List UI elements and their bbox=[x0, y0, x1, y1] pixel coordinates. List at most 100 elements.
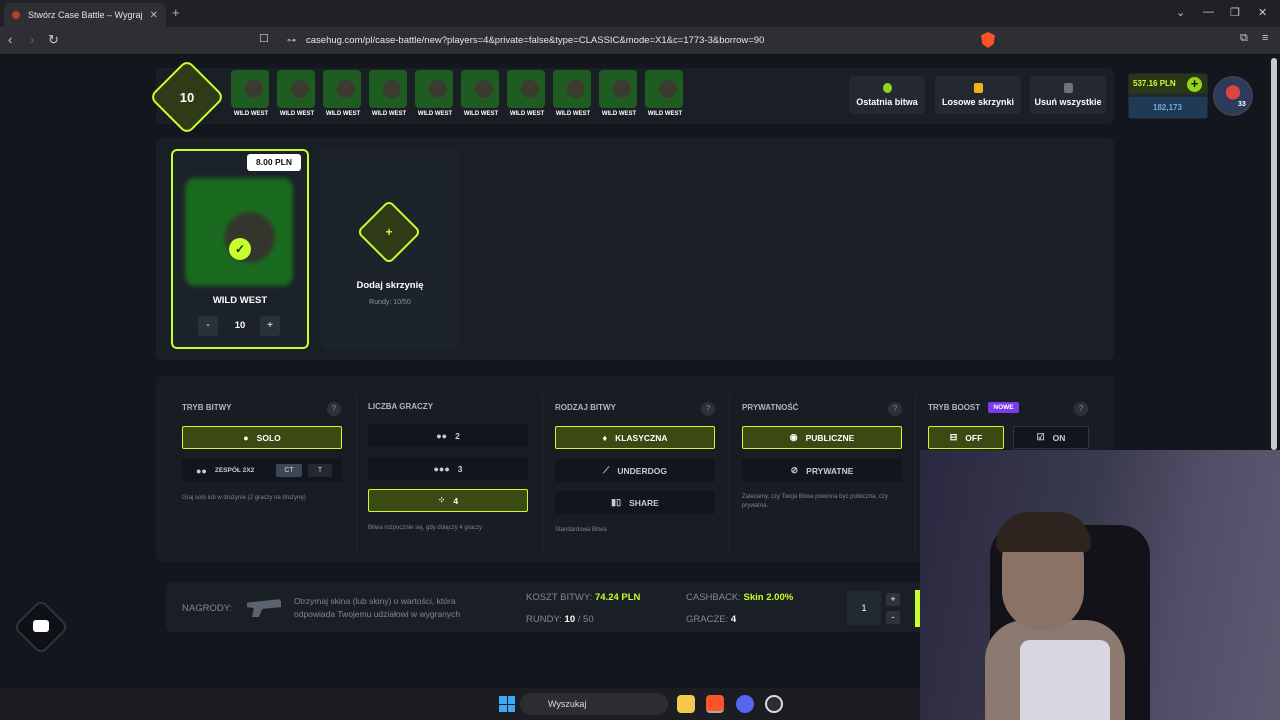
ct-side-toggle[interactable]: CT bbox=[276, 464, 302, 477]
taskbar-search[interactable]: Wyszukaj bbox=[520, 693, 668, 715]
selected-case-thumb[interactable]: WILD WEST bbox=[461, 70, 501, 120]
case-image bbox=[507, 70, 545, 108]
file-explorer-icon[interactable] bbox=[677, 695, 695, 713]
browser-tab-strip: Stwórz Case Battle – Wygraj skin ✕ + ⌄ —… bbox=[0, 0, 1280, 27]
check-icon: ✓ bbox=[229, 238, 251, 260]
page-scrollbar[interactable] bbox=[1271, 58, 1277, 450]
players-2-option[interactable]: ●● 2 bbox=[368, 424, 528, 447]
privacy-title: PRYWATNOŚĆ bbox=[742, 403, 799, 412]
bookmark-icon[interactable]: ☐ bbox=[259, 32, 269, 45]
user-icon: ● bbox=[243, 432, 249, 443]
app-icon[interactable] bbox=[765, 695, 783, 713]
case-image bbox=[231, 70, 269, 108]
divider bbox=[915, 393, 916, 553]
prizes-text-2: odpowiada Twojemu udziałowi w wygranych bbox=[294, 609, 461, 619]
random-cases-button[interactable]: Losowe skrzynki bbox=[935, 76, 1021, 114]
team-label: ZESPÓŁ 2X2 bbox=[214, 467, 255, 474]
browser-tab[interactable]: Stwórz Case Battle – Wygraj skin ✕ bbox=[4, 3, 166, 27]
case-label: WILD WEST bbox=[325, 111, 361, 117]
close-tab-icon[interactable]: ✕ bbox=[150, 10, 158, 21]
minus-box-icon: ⊟ bbox=[949, 432, 958, 442]
case-image bbox=[185, 178, 293, 286]
case-qty: 10 bbox=[234, 320, 246, 331]
browser-toolbar: ‹ › ↻ ☐ ⊶ casehug.com/pl/case-battle/new… bbox=[0, 27, 1280, 54]
solo-option[interactable]: ● SOLO bbox=[182, 426, 342, 449]
help-icon[interactable]: ? bbox=[1074, 402, 1088, 416]
underdog-option[interactable]: ⟋ UNDERDOG bbox=[555, 459, 715, 482]
case-label: WILD WEST bbox=[371, 111, 407, 117]
selected-case-thumb[interactable]: WILD WEST bbox=[323, 70, 363, 120]
tab-title: Stwórz Case Battle – Wygraj skin bbox=[28, 10, 144, 20]
address-bar[interactable]: ⊶ casehug.com/pl/case-battle/new?players… bbox=[280, 30, 996, 51]
rounds-label: RUNDY: bbox=[526, 614, 562, 625]
menu-icon[interactable]: ≡ bbox=[1262, 32, 1268, 44]
webcam-person-hair bbox=[996, 512, 1091, 552]
selected-case-thumb[interactable]: WILD WEST bbox=[277, 70, 317, 120]
back-icon[interactable]: ‹ bbox=[8, 32, 12, 47]
flame-icon: ♦ bbox=[602, 432, 608, 443]
players-4-option[interactable]: ⁘ 4 bbox=[368, 489, 528, 512]
help-icon[interactable]: ? bbox=[888, 402, 902, 416]
selected-case-thumb[interactable]: WILD WEST bbox=[231, 70, 271, 120]
battle-qty-plus-button[interactable]: + bbox=[886, 593, 900, 606]
discord-icon[interactable] bbox=[736, 695, 754, 713]
private-label: PRYWATNE bbox=[806, 465, 854, 476]
minimize-icon[interactable]: — bbox=[1203, 6, 1214, 18]
chat-icon bbox=[33, 620, 49, 632]
boost-on-option[interactable]: ☑ ON bbox=[1013, 426, 1089, 449]
classic-option[interactable]: ♦ KLASYCZNA bbox=[555, 426, 715, 449]
case-label: WILD WEST bbox=[233, 111, 269, 117]
level-badge: 33 bbox=[1238, 101, 1246, 108]
site-info-icon[interactable]: ⊶ bbox=[287, 35, 296, 46]
private-option[interactable]: ⊘ PRYWATNE bbox=[742, 459, 902, 482]
rounds-count: 10 bbox=[179, 89, 195, 105]
players-row: GRACZE: 4 bbox=[686, 614, 736, 625]
classic-label: KLASYCZNA bbox=[615, 432, 668, 443]
selected-case-thumb[interactable]: WILD WEST bbox=[507, 70, 547, 120]
maximize-icon[interactable]: ❐ bbox=[1230, 6, 1240, 19]
last-battle-button[interactable]: Ostatnia bitwa bbox=[849, 76, 925, 114]
random-cases-label: Losowe skrzynki bbox=[941, 97, 1015, 107]
selected-case-thumb[interactable]: WILD WEST bbox=[415, 70, 455, 120]
new-tab-icon[interactable]: + bbox=[172, 5, 180, 20]
battle-qty-minus-button[interactable]: - bbox=[886, 611, 900, 624]
selected-case-thumb[interactable]: WILD WEST bbox=[553, 70, 593, 120]
battle-type-title: RODZAJ BITWY bbox=[555, 403, 616, 412]
tab-search-icon[interactable]: ⌄ bbox=[1176, 6, 1185, 19]
users-icon: ●●● bbox=[433, 463, 450, 474]
selected-case-thumb[interactable]: WILD WEST bbox=[645, 70, 685, 120]
boost-off-option[interactable]: ⊟ OFF bbox=[928, 426, 1004, 449]
case-label: WILD WEST bbox=[601, 111, 637, 117]
check-box-icon: ☑ bbox=[1036, 432, 1045, 442]
help-icon[interactable]: ? bbox=[327, 402, 341, 416]
forward-icon[interactable]: › bbox=[30, 32, 34, 47]
increase-qty-button[interactable]: + bbox=[260, 316, 280, 336]
selected-case-thumb[interactable]: WILD WEST bbox=[369, 70, 409, 120]
case-label: WILD WEST bbox=[509, 111, 545, 117]
selected-case-thumb[interactable]: WILD WEST bbox=[599, 70, 639, 120]
case-label: WILD WEST bbox=[417, 111, 453, 117]
help-icon[interactable]: ? bbox=[701, 402, 715, 416]
t-side-toggle[interactable]: T bbox=[308, 464, 332, 477]
close-window-icon[interactable]: ✕ bbox=[1258, 6, 1267, 19]
windows-start-icon[interactable] bbox=[499, 696, 515, 712]
boost-on-label: ON bbox=[1052, 432, 1066, 443]
brave-browser-icon[interactable] bbox=[706, 695, 724, 713]
deposit-button[interactable]: + bbox=[1187, 77, 1202, 92]
share-option[interactable]: ▮▯ SHARE bbox=[555, 491, 715, 514]
privacy-note: Zalecamy, czy Twoja Bitwa powinna być pu… bbox=[742, 494, 888, 509]
case-label: WILD WEST bbox=[279, 111, 315, 117]
avatar[interactable] bbox=[1213, 76, 1253, 116]
add-case-rounds: Rundy: 10/50 bbox=[369, 299, 411, 306]
public-option[interactable]: ◉ PUBLICZNE bbox=[742, 426, 902, 449]
extensions-icon[interactable]: ⧉ bbox=[1240, 32, 1248, 45]
reload-icon[interactable]: ↻ bbox=[48, 32, 59, 48]
decrease-qty-button[interactable]: - bbox=[198, 316, 218, 336]
players-3-option[interactable]: ●●● 3 bbox=[368, 457, 528, 480]
users-icon: ●● bbox=[436, 430, 448, 441]
battle-quantity-field[interactable]: 1 bbox=[847, 591, 881, 625]
boost-title: TRYB BOOST bbox=[928, 403, 981, 412]
case-image bbox=[553, 70, 591, 108]
remove-all-button[interactable]: Usuń wszystkie bbox=[1030, 76, 1106, 114]
cost-row: KOSZT BITWY: 74.24 PLN bbox=[526, 592, 640, 603]
